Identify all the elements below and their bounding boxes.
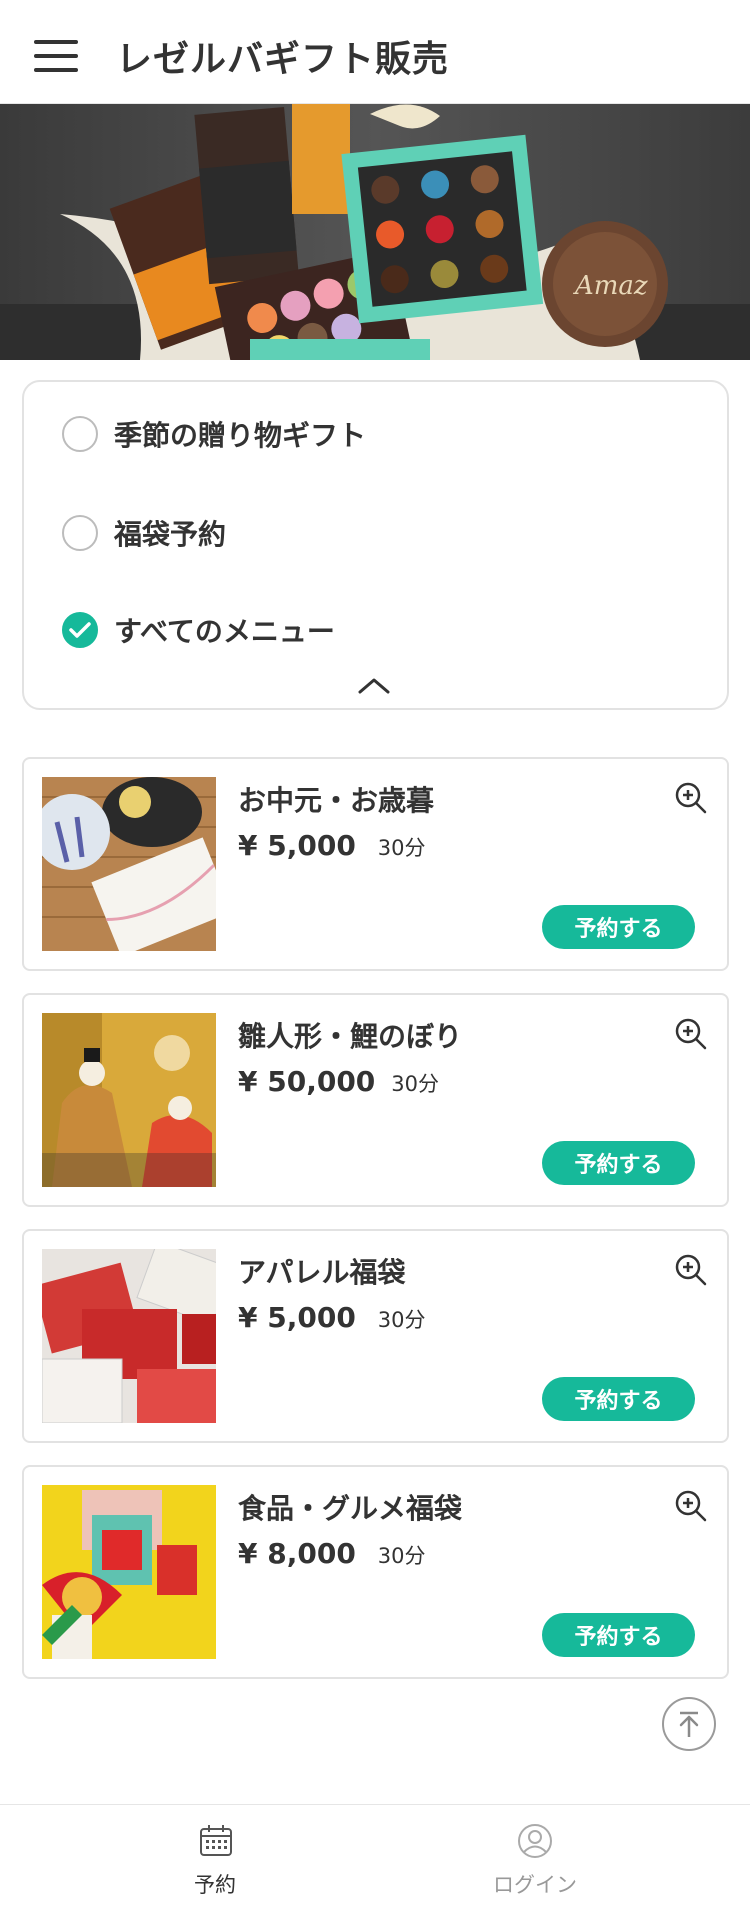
filter-option-all-menu[interactable]: すべてのメニュー <box>62 608 335 652</box>
product-name: 雛人形・鯉のぼり <box>238 1020 463 1053</box>
product-name: 食品・グルメ福袋 <box>238 1492 463 1525</box>
product-card[interactable]: 雛人形・鯉のぼり ¥ 50,000 30分 予約する <box>22 993 729 1207</box>
product-price: ¥ 5,000 <box>238 1301 356 1334</box>
zoom-in-icon[interactable] <box>674 1489 708 1523</box>
filter-option-seasonal-gift[interactable]: 季節の贈り物ギフト <box>62 412 366 456</box>
product-card[interactable]: アパレル福袋 ¥ 5,000 30分 予約する <box>22 1229 729 1443</box>
radio-checked-icon[interactable] <box>62 612 98 648</box>
product-price-row: ¥ 5,000 30分 <box>238 1301 426 1334</box>
product-price: ¥ 5,000 <box>238 829 356 862</box>
product-card[interactable]: お中元・お歳暮 ¥ 5,000 30分 予約する <box>22 757 729 971</box>
reserve-button[interactable]: 予約する <box>542 1377 695 1421</box>
reserve-button[interactable]: 予約する <box>542 1141 695 1185</box>
zoom-in-icon[interactable] <box>674 781 708 815</box>
product-duration: 30分 <box>377 836 426 860</box>
scroll-to-top-icon[interactable] <box>662 1697 716 1751</box>
product-image <box>42 1013 216 1187</box>
nav-tab-label: 予約 <box>194 1873 236 1897</box>
filter-option-label: 季節の贈り物ギフト <box>114 419 367 452</box>
product-name: お中元・お歳暮 <box>238 784 435 817</box>
filter-option-label: 福袋予約 <box>114 518 227 551</box>
zoom-in-icon[interactable] <box>674 1017 708 1051</box>
category-filter-card: 季節の贈り物ギフト 福袋予約 すべてのメニュー <box>22 380 729 710</box>
radio-unchecked-icon[interactable] <box>62 416 98 452</box>
zoom-in-icon[interactable] <box>674 1253 708 1287</box>
product-price: ¥ 8,000 <box>238 1537 356 1570</box>
page-title: レゼルバギフト販売 <box>116 39 450 80</box>
radio-unchecked-icon[interactable] <box>62 515 98 551</box>
filter-option-lucky-bag[interactable]: 福袋予約 <box>62 511 226 555</box>
product-name: アパレル福袋 <box>238 1256 406 1289</box>
app-header: レゼルバギフト販売 <box>0 0 750 104</box>
hero-banner-image: Amaz <box>0 104 750 360</box>
product-duration: 30分 <box>391 1072 440 1096</box>
bottom-navigation: 予約 ログイン <box>0 1804 750 1909</box>
calendar-icon <box>198 1823 234 1859</box>
product-price-row: ¥ 5,000 30分 <box>238 829 426 862</box>
product-price-row: ¥ 8,000 30分 <box>238 1537 426 1570</box>
product-image <box>42 777 216 951</box>
hamburger-menu-icon[interactable] <box>34 40 78 72</box>
product-image <box>42 1485 216 1659</box>
reserve-button[interactable]: 予約する <box>542 905 695 949</box>
product-image <box>42 1249 216 1423</box>
product-card[interactable]: 食品・グルメ福袋 ¥ 8,000 30分 予約する <box>22 1465 729 1679</box>
product-price-row: ¥ 50,000 30分 <box>238 1065 439 1098</box>
product-duration: 30分 <box>377 1544 426 1568</box>
chevron-up-icon[interactable] <box>354 672 394 700</box>
reserve-button[interactable]: 予約する <box>542 1613 695 1657</box>
nav-tab-label: ログイン <box>493 1873 577 1897</box>
nav-tab-login[interactable]: ログイン <box>375 1805 750 1909</box>
nav-tab-reservation[interactable]: 予約 <box>0 1805 375 1909</box>
product-price: ¥ 50,000 <box>238 1065 376 1098</box>
user-icon <box>517 1823 553 1859</box>
svg-text:Amaz: Amaz <box>573 271 648 301</box>
filter-option-label: すべてのメニュー <box>114 615 335 648</box>
product-duration: 30分 <box>377 1308 426 1332</box>
